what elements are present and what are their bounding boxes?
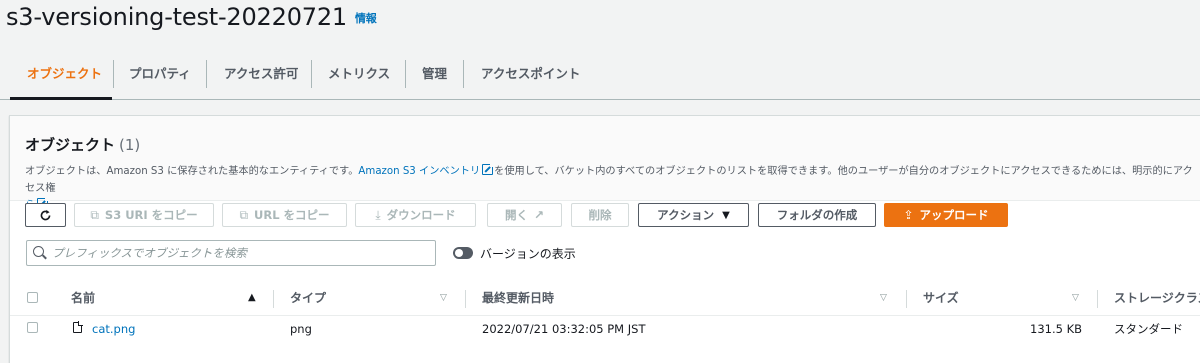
column-divider	[1097, 290, 1098, 308]
sort-icon[interactable]: ▽	[440, 288, 447, 308]
description-text: オブジェクトは、Amazon S3 に保存された基本的なエンティティです。	[25, 166, 359, 177]
upload-button[interactable]: ⇪ アップロード	[884, 203, 1008, 227]
upload-label: アップロード	[919, 208, 989, 222]
tab-properties[interactable]: プロパティ	[129, 62, 191, 86]
object-size: 131.5 KB	[1030, 322, 1083, 336]
column-divider	[273, 290, 274, 308]
open-button[interactable]: 開く ↗	[487, 203, 562, 227]
tab-divider	[463, 60, 464, 88]
table-header-divider	[10, 315, 1200, 316]
actions-dropdown[interactable]: アクション ▼	[638, 203, 749, 227]
refresh-button[interactable]	[25, 203, 66, 227]
download-button[interactable]: ⤓ ダウンロード	[355, 203, 476, 227]
tab-management[interactable]: 管理	[422, 62, 447, 86]
objects-panel: オブジェクト (1) オブジェクトは、Amazon S3 に保存された基本的なエン…	[9, 115, 1200, 363]
search-box	[26, 240, 436, 266]
external-link-icon	[482, 162, 496, 175]
tab-bar: オブジェクト プロパティ アクセス許可 メトリクス 管理 アクセスポイント	[0, 48, 1200, 100]
sort-ascending-icon[interactable]: ▲	[248, 288, 256, 308]
copy-url-button[interactable]: ⧉ URL をコピー	[222, 203, 347, 227]
column-divider	[465, 290, 466, 308]
inventory-link[interactable]: Amazon S3 インベントリ	[358, 166, 480, 177]
open-label: 開く	[504, 208, 528, 222]
column-divider	[906, 290, 907, 308]
tab-divider	[113, 60, 114, 88]
copy-icon: ⧉	[90, 207, 99, 222]
column-header-last-modified[interactable]: 最終更新日時	[482, 288, 554, 308]
panel-title: オブジェクト (1)	[25, 134, 140, 155]
tab-permissions[interactable]: アクセス許可	[224, 62, 298, 86]
search-input[interactable]	[52, 241, 432, 265]
object-storage-class: スタンダード	[1114, 322, 1183, 336]
refresh-icon	[40, 209, 51, 220]
show-versions-toggle[interactable]	[453, 247, 473, 259]
column-header-storage-class[interactable]: ストレージクラス	[1114, 288, 1200, 308]
copy-s3-uri-label: S3 URI をコピー	[104, 208, 198, 222]
actions-label: アクション	[657, 208, 715, 222]
tab-divider	[311, 60, 312, 88]
tab-objects[interactable]: オブジェクト	[27, 62, 102, 86]
sort-icon[interactable]: ▽	[880, 288, 887, 308]
caret-down-icon: ▼	[722, 209, 730, 221]
column-header-size[interactable]: サイズ	[923, 288, 959, 308]
object-type: png	[290, 322, 312, 336]
column-header-type[interactable]: タイプ	[290, 288, 326, 308]
page-title: s3-versioning-test-20220721 情報	[6, 3, 377, 31]
create-folder-button[interactable]: フォルダの作成	[758, 203, 876, 227]
upload-icon: ⇪	[903, 208, 914, 222]
object-name-link[interactable]: cat.png	[92, 321, 135, 337]
tab-metrics[interactable]: メトリクス	[328, 62, 390, 86]
panel-title-text: オブジェクト	[25, 136, 116, 154]
tab-divider	[405, 60, 406, 88]
external-link-icon: ↗	[533, 208, 545, 222]
search-icon	[33, 246, 44, 257]
object-count: (1)	[119, 136, 141, 154]
copy-url-label: URL をコピー	[254, 208, 330, 222]
object-last-modified: 2022/07/21 03:32:05 PM JST	[482, 322, 646, 336]
bucket-name: s3-versioning-test-20220721	[6, 3, 347, 31]
tab-access-points[interactable]: アクセスポイント	[481, 62, 580, 86]
download-label: ダウンロード	[386, 208, 456, 222]
active-tab-indicator	[10, 97, 112, 100]
delete-button[interactable]: 削除	[571, 203, 629, 227]
select-all-checkbox[interactable]	[27, 292, 38, 303]
column-header-name[interactable]: 名前	[71, 288, 95, 308]
info-link[interactable]: 情報	[355, 12, 377, 25]
create-folder-label: フォルダの作成	[776, 208, 858, 222]
sort-icon[interactable]: ▽	[1072, 288, 1079, 308]
tab-divider	[206, 60, 207, 88]
copy-icon: ⧉	[239, 207, 249, 222]
file-icon	[73, 321, 83, 333]
copy-s3-uri-button[interactable]: ⧉ S3 URI をコピー	[74, 203, 214, 227]
row-checkbox[interactable]	[27, 322, 38, 333]
delete-label: 削除	[588, 208, 612, 222]
show-versions-label: バージョンの表示	[480, 247, 576, 261]
download-icon: ⤓	[375, 207, 381, 222]
